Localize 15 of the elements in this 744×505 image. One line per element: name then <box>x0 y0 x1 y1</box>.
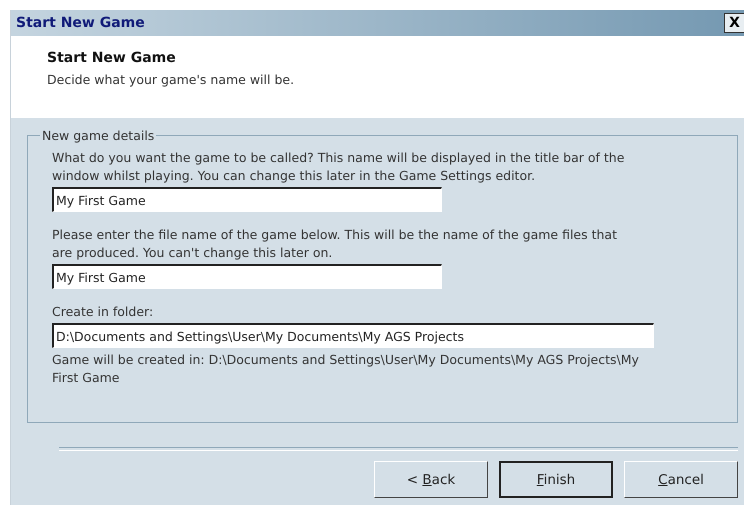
text-field[interactable]: D:\Documents and Settings\User\My Documents\My AGS Projects <box>52 323 654 348</box>
text-field[interactable]: My First Game <box>52 187 442 212</box>
dialog-button[interactable]: < Back <box>374 461 488 498</box>
dialog-button[interactable]: Cancel <box>624 461 738 498</box>
close-button[interactable]: X <box>724 13 744 33</box>
field-label: Create in folder: <box>52 303 154 321</box>
result-path-text: Game will be created in: D:\Documents and Settings\User\My Documents\My AGS Projects\My First Game <box>52 351 640 387</box>
page-title: Start New Game <box>47 50 177 66</box>
field-label: What do you want the game to be called? This name will be displayed in the title bar of the window whilst playing. You can change this later in the Game Settings editor. <box>52 149 626 185</box>
text-field[interactable]: My First Game <box>52 264 442 289</box>
group-legend: New game details <box>40 128 156 143</box>
dialog-button[interactable]: Finish <box>499 461 613 498</box>
field-label: Please enter the file name of the game below. This will be the name of the game files that are produced. You can't change this later on. <box>52 226 618 262</box>
page-subtitle: Decide what your game's name will be. <box>47 72 296 87</box>
window-title: Start New Game <box>16 15 145 31</box>
